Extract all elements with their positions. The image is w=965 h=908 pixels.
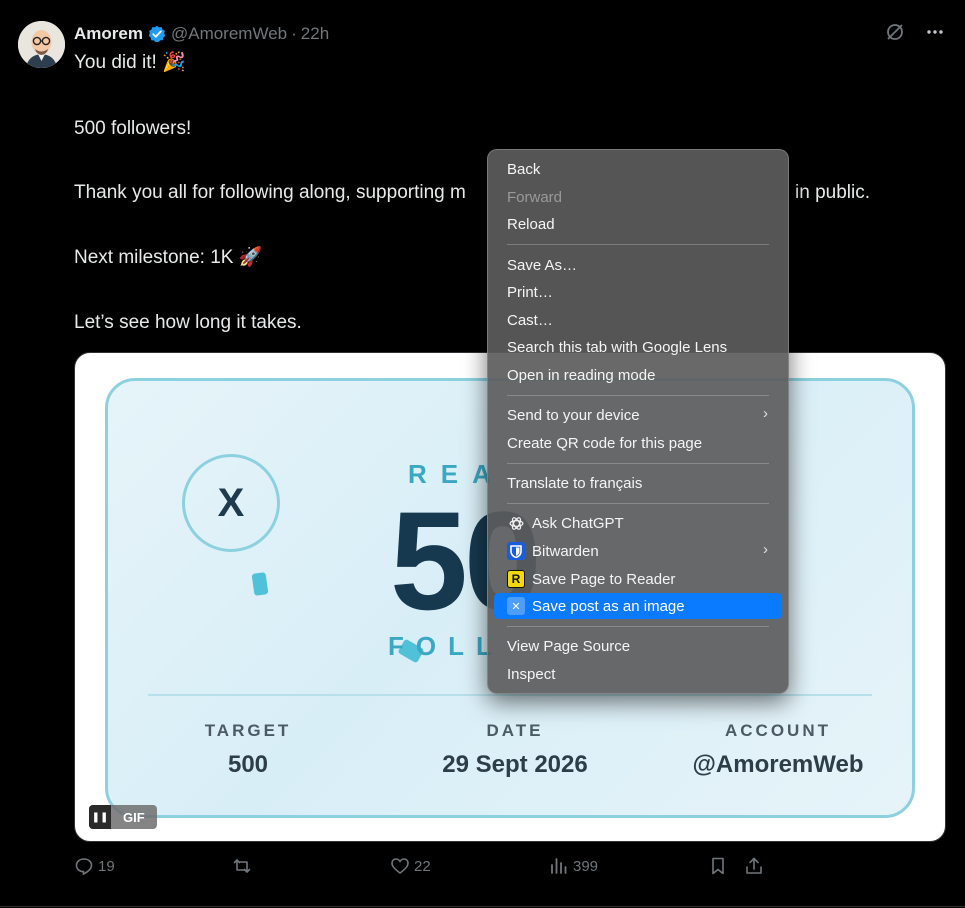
card-divider — [148, 694, 872, 696]
card-stat-target: TARGET 500 — [148, 721, 348, 779]
menu-item-bitwarden[interactable]: Bitwarden › — [494, 538, 782, 564]
x-logo-icon: X — [182, 454, 280, 552]
menu-item-back[interactable]: Back — [494, 156, 782, 182]
view-count: 399 — [573, 857, 599, 875]
menu-separator — [507, 503, 769, 504]
menu-item-forward: Forward — [494, 184, 782, 210]
menu-item-label: Ask ChatGPT — [532, 514, 624, 532]
menu-item-label: Translate to français — [507, 474, 643, 492]
gif-badge[interactable]: ❚❚ GIF — [89, 805, 157, 829]
card-stat-account: ACCOUNT @AmoremWeb — [668, 721, 888, 779]
menu-item-label: Open in reading mode — [507, 366, 656, 384]
more-icon[interactable] — [925, 22, 945, 47]
card-stat-date: DATE 29 Sept 2026 — [410, 721, 620, 779]
menu-item-label: View Page Source — [507, 637, 631, 655]
stat-value: @AmoremWeb — [692, 751, 864, 778]
stat-label: ACCOUNT — [725, 721, 831, 740]
menu-separator — [507, 463, 769, 464]
views-icon — [551, 858, 567, 874]
bookmark-button[interactable] — [708, 856, 728, 876]
confetti-shape — [251, 572, 269, 596]
tweet-line: Let’s see how long it takes. — [74, 312, 302, 333]
menu-item-label: Create QR code for this page — [507, 434, 703, 452]
tweet-header: Amorem @AmoremWeb · 22h — [74, 22, 329, 46]
reply-icon — [75, 858, 93, 876]
menu-item-save-to-reader[interactable]: R Save Page to Reader — [494, 566, 782, 592]
reader-icon: R — [507, 570, 525, 588]
tweet-actions: 19 22 399 — [74, 856, 774, 882]
x-extension-icon: ✕ — [507, 597, 525, 615]
stat-label: DATE — [486, 721, 544, 740]
menu-item-label: Save Page to Reader — [532, 570, 676, 588]
bookmark-icon — [712, 857, 724, 875]
author-name[interactable]: Amorem — [74, 24, 143, 44]
menu-separator — [507, 395, 769, 396]
tweet-line: 500 followers! — [74, 118, 192, 139]
menu-item-google-lens[interactable]: Search this tab with Google Lens — [494, 334, 782, 360]
verified-badge-icon — [148, 25, 166, 43]
menu-item-label: Reload — [507, 215, 555, 233]
menu-item-send-to-device[interactable]: Send to your device › — [494, 402, 782, 428]
divider — [0, 906, 965, 907]
tweet-top-actions — [885, 22, 945, 47]
menu-item-qr-code[interactable]: Create QR code for this page — [494, 430, 782, 456]
menu-separator — [507, 244, 769, 245]
views-button[interactable]: 399 — [549, 856, 598, 876]
bitwarden-icon — [507, 542, 525, 560]
reply-button[interactable]: 19 — [74, 856, 115, 876]
menu-item-reading-mode[interactable]: Open in reading mode — [494, 362, 782, 388]
menu-item-label: Send to your device — [507, 406, 640, 424]
like-count: 22 — [414, 857, 431, 875]
menu-item-save-as[interactable]: Save As… — [494, 252, 782, 278]
menu-item-view-source[interactable]: View Page Source — [494, 633, 782, 659]
tweet: Amorem @AmoremWeb · 22h You did it! 🎉 50… — [0, 0, 965, 908]
menu-item-label: Bitwarden — [532, 542, 599, 560]
context-menu: Back Forward Reload Save As… Print… Cast… — [487, 149, 789, 694]
tweet-line: Thank you all for following along, suppo… — [74, 182, 466, 203]
tweet-line: in public. — [795, 182, 870, 203]
menu-item-save-post-as-image[interactable]: ✕ Save post as an image — [494, 593, 782, 619]
menu-item-label: Back — [507, 160, 541, 178]
menu-item-label: Print… — [507, 283, 553, 301]
like-button[interactable]: 22 — [390, 856, 431, 876]
avatar[interactable] — [18, 21, 65, 68]
menu-item-label: Save As… — [507, 256, 578, 274]
tweet-line: You did it! 🎉 — [74, 52, 186, 73]
author-handle[interactable]: @AmoremWeb — [171, 24, 287, 44]
chevron-right-icon: › — [763, 405, 768, 422]
stat-value: 29 Sept 2026 — [442, 751, 588, 778]
menu-item-label: Save post as an image — [532, 597, 685, 615]
menu-item-cast[interactable]: Cast… — [494, 307, 782, 333]
menu-item-inspect[interactable]: Inspect — [494, 661, 782, 687]
menu-item-label: Cast… — [507, 311, 553, 329]
menu-item-translate[interactable]: Translate to français — [494, 470, 782, 496]
repost-icon — [233, 859, 251, 873]
heart-icon — [391, 858, 409, 875]
gif-label: GIF — [123, 809, 145, 825]
chevron-right-icon: › — [763, 541, 768, 558]
repost-button[interactable] — [232, 856, 252, 876]
share-button[interactable] — [744, 856, 764, 876]
stat-label: TARGET — [204, 721, 292, 740]
tweet-line: Next milestone: 1K 🚀 — [74, 247, 263, 268]
menu-item-print[interactable]: Print… — [494, 279, 782, 305]
menu-item-label: Search this tab with Google Lens — [507, 338, 728, 356]
separator-dot: · — [291, 24, 297, 43]
menu-item-label: Forward — [507, 188, 563, 206]
avatar-illustration — [18, 21, 65, 68]
menu-item-ask-chatgpt[interactable]: Ask ChatGPT — [494, 510, 782, 536]
share-icon — [746, 857, 762, 874]
menu-item-label: Inspect — [507, 665, 556, 683]
timestamp[interactable]: 22h — [301, 24, 329, 44]
pause-icon[interactable]: ❚❚ — [89, 805, 111, 829]
grok-icon[interactable] — [885, 22, 905, 47]
chatgpt-icon — [507, 514, 525, 532]
menu-item-reload[interactable]: Reload — [494, 211, 782, 237]
reply-count: 19 — [98, 857, 115, 875]
menu-separator — [507, 626, 769, 627]
stat-value: 500 — [227, 751, 269, 778]
